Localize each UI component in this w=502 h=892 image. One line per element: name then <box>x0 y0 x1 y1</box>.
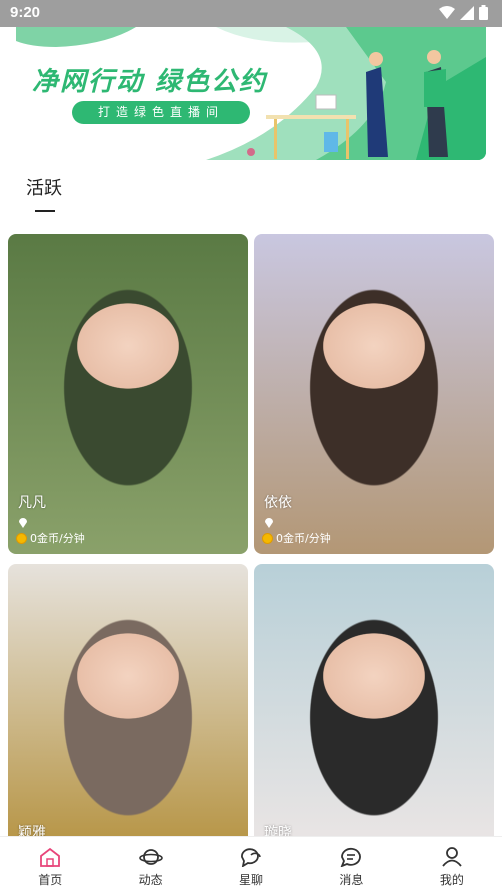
tab-home[interactable]: 首页 <box>0 837 100 892</box>
section-underline <box>35 210 55 212</box>
location-icon <box>265 518 273 528</box>
tab-label: 星聊 <box>239 873 264 887</box>
user-name: 凡凡 <box>18 495 46 511</box>
status-icons <box>439 5 488 20</box>
coin-icon <box>16 532 27 544</box>
coin-icon <box>262 532 273 544</box>
tab-star-chat[interactable]: 星聊 <box>201 837 301 892</box>
person-icon <box>442 847 462 867</box>
location-icon <box>19 518 27 528</box>
message-icon <box>341 847 362 867</box>
wifi-icon <box>439 5 455 19</box>
price-label: 0金币/分钟 <box>16 530 85 546</box>
user-card[interactable]: 依依 0金币/分钟 <box>254 234 494 554</box>
tab-messages[interactable]: 消息 <box>301 837 401 892</box>
signal-icon <box>460 5 474 20</box>
promo-banner[interactable]: 净网行动 绿色公约 打造绿色直播间 <box>16 27 486 160</box>
tab-label: 首页 <box>38 873 63 887</box>
planet-icon <box>138 849 163 865</box>
user-name: 依依 <box>264 495 292 511</box>
home-icon <box>40 847 61 867</box>
tab-label: 动态 <box>138 873 163 887</box>
chat-bubbles-icon <box>241 848 261 867</box>
banner-slogan: 打造绿色直播间 <box>72 101 250 124</box>
battery-icon <box>479 5 488 20</box>
price-label: 0金币/分钟 <box>262 530 331 546</box>
tab-moments[interactable]: 动态 <box>100 837 200 892</box>
user-card[interactable]: 凡凡 0金币/分钟 <box>8 234 248 554</box>
tab-me[interactable]: 我的 <box>402 837 502 892</box>
banner-title: 净网行动 绿色公约 <box>32 67 268 97</box>
tab-label: 消息 <box>339 873 364 887</box>
status-bar: 9:20 <box>0 0 502 27</box>
status-time: 9:20 <box>10 4 41 21</box>
bottom-tab-bar: 首页 动态 星聊 消息 我的 <box>0 836 502 892</box>
section-title[interactable]: 活跃 <box>26 174 62 200</box>
tab-label: 我的 <box>439 873 464 887</box>
